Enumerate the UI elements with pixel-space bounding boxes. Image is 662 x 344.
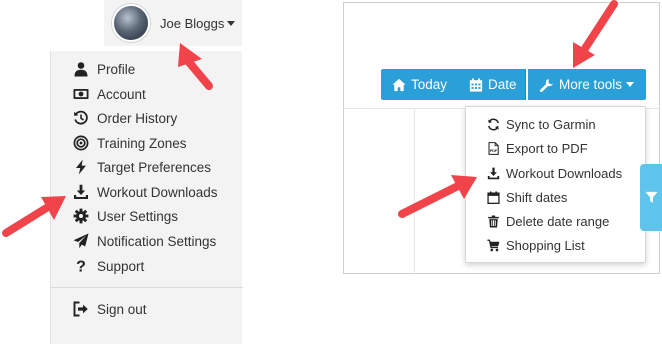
money-icon bbox=[73, 89, 89, 99]
pdf-file-icon: PDF bbox=[488, 141, 499, 155]
date-button[interactable]: Date bbox=[460, 69, 526, 100]
menu-item-target-preferences[interactable]: Target Preferences bbox=[73, 157, 211, 177]
user-menu-toggle[interactable]: Joe Bloggs bbox=[104, 0, 242, 46]
cart-icon bbox=[487, 239, 500, 251]
home-icon bbox=[392, 78, 406, 91]
menu-item-support[interactable]: ? Support bbox=[73, 256, 144, 276]
menu-item-training-zones[interactable]: Training Zones bbox=[73, 133, 187, 153]
user-icon bbox=[74, 62, 88, 77]
chevron-down-icon bbox=[626, 82, 635, 87]
menu-item-user-settings[interactable]: User Settings bbox=[73, 206, 178, 226]
svg-text:?: ? bbox=[76, 259, 86, 275]
menu-item-workout-downloads[interactable]: Workout Downloads bbox=[73, 182, 218, 202]
filter-icon bbox=[644, 191, 658, 203]
tools-item-workout-downloads[interactable]: Workout Downloads bbox=[487, 163, 622, 183]
user-dropdown-menu: Profile Account Order History Training Z… bbox=[50, 51, 243, 344]
target-icon bbox=[73, 135, 89, 151]
tools-item-shopping-list[interactable]: Shopping List bbox=[487, 235, 585, 255]
question-icon: ? bbox=[76, 259, 86, 275]
tools-item-delete-date-range[interactable]: Delete date range bbox=[487, 211, 609, 231]
wrench-icon bbox=[540, 78, 553, 92]
today-button[interactable]: Today bbox=[381, 69, 460, 100]
gear-icon bbox=[73, 208, 89, 224]
filter-toggle[interactable] bbox=[640, 164, 662, 231]
calendar-column-divider bbox=[414, 109, 415, 274]
svg-text:PDF: PDF bbox=[490, 149, 498, 153]
menu-item-order-history[interactable]: Order History bbox=[73, 108, 177, 128]
avatar bbox=[112, 4, 150, 42]
menu-divider bbox=[51, 287, 243, 288]
trash-icon bbox=[488, 214, 499, 228]
menu-item-profile[interactable]: Profile bbox=[73, 59, 135, 79]
calendar-icon bbox=[469, 77, 483, 92]
menu-item-account[interactable]: Account bbox=[73, 84, 146, 104]
history-icon bbox=[74, 110, 88, 125]
download-icon bbox=[74, 184, 88, 199]
more-tools-dropdown: Sync to Garmin PDF Export to PDF Workout… bbox=[465, 106, 646, 263]
paper-plane-icon bbox=[73, 233, 89, 249]
tools-item-sync-garmin[interactable]: Sync to Garmin bbox=[487, 114, 596, 134]
tools-item-shift-dates[interactable]: Shift dates bbox=[487, 187, 567, 207]
user-name: Joe Bloggs bbox=[160, 16, 236, 31]
more-tools-button[interactable]: More tools bbox=[528, 69, 646, 100]
sign-out-link[interactable]: Sign out bbox=[73, 299, 147, 319]
download-icon bbox=[487, 167, 500, 179]
tools-item-export-pdf[interactable]: PDF Export to PDF bbox=[487, 138, 588, 158]
calendar-icon bbox=[487, 190, 500, 204]
bolt-icon bbox=[76, 159, 86, 175]
sign-out-icon bbox=[73, 301, 88, 317]
sync-icon bbox=[488, 118, 499, 130]
menu-item-notification-settings[interactable]: Notification Settings bbox=[73, 231, 216, 251]
chevron-down-icon bbox=[227, 20, 236, 26]
